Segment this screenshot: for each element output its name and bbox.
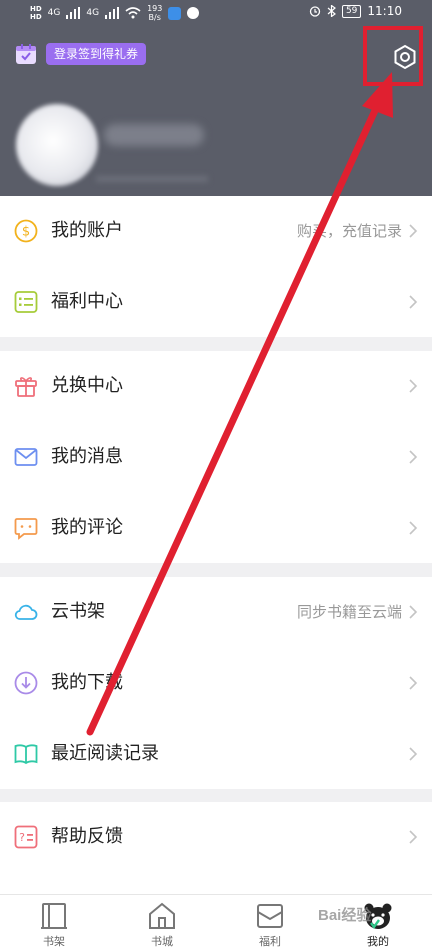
- tab-bookshelf[interactable]: 书架: [0, 895, 108, 952]
- dollar-coin-icon: $: [14, 219, 38, 243]
- tab-label: 我的: [367, 935, 389, 948]
- chevron-right-icon: [409, 295, 418, 309]
- svg-text:?: ?: [19, 831, 25, 844]
- mail-icon: [14, 448, 38, 466]
- hd-bottom: HD: [30, 13, 42, 21]
- menu-item-my-account[interactable]: $ 我的账户 购买，充值记录: [0, 196, 432, 266]
- network-speed: 193 B/s: [147, 4, 162, 22]
- menu-item-cloud-shelf[interactable]: 云书架 同步书籍至云端: [0, 577, 432, 647]
- highlight-box-annotation: [363, 26, 423, 86]
- help-feedback-icon: ?: [14, 825, 38, 849]
- menu-item-label: 云书架: [51, 601, 105, 622]
- chevron-right-icon: [409, 830, 418, 844]
- cloud-icon: [14, 604, 38, 620]
- calendar-check-icon: [16, 44, 36, 64]
- chevron-right-icon: [409, 521, 418, 535]
- menu-group-interaction: 兑换中心 我的消息 我的评论: [0, 351, 432, 563]
- tab-bookstore[interactable]: 书城: [108, 895, 216, 952]
- list-icon: [14, 291, 38, 313]
- app-notification-icon: [168, 6, 182, 20]
- hd-indicator: HD HD: [30, 5, 42, 21]
- signal-1-icon: [66, 7, 81, 19]
- menu-group-books: 云书架 同步书籍至云端 我的下载 最近阅读记录: [0, 577, 432, 789]
- battery-level: 59: [341, 4, 362, 18]
- menu-item-my-downloads[interactable]: 我的下载: [0, 648, 432, 718]
- signal-2-icon: [105, 7, 120, 19]
- checkin-label[interactable]: 登录签到得礼券: [46, 43, 147, 65]
- menu-item-label: 我的账户: [51, 220, 123, 241]
- bluetooth-icon: [327, 5, 336, 17]
- chevron-right-icon: [409, 605, 418, 619]
- signal-1-label: 4G: [47, 8, 61, 18]
- status-bar: HD HD 4G 4G 193 B/s 59 11:10: [0, 0, 432, 26]
- chat-notification-icon: [187, 7, 200, 19]
- menu-item-welfare-center[interactable]: 福利中心: [0, 267, 432, 337]
- speed-value: 193: [147, 4, 163, 13]
- tab-welfare[interactable]: 福利: [216, 895, 324, 952]
- menu-item-help-feedback[interactable]: ? 帮助反馈: [0, 802, 432, 872]
- clock: 11:10: [367, 4, 402, 18]
- avatar[interactable]: [16, 104, 98, 186]
- chevron-right-icon: [409, 224, 418, 238]
- tab-label: 福利: [259, 935, 281, 948]
- menu-item-recent-reading[interactable]: 最近阅读记录: [0, 719, 432, 789]
- bookstore-icon: [149, 902, 175, 929]
- wifi-icon: [125, 7, 141, 19]
- gift-icon: [15, 377, 37, 397]
- menu-item-extra: 购买，充值记录: [296, 222, 402, 240]
- speed-unit: B/s: [148, 13, 161, 22]
- username-blurred[interactable]: [104, 124, 204, 146]
- checkin-banner[interactable]: 登录签到得礼券: [14, 42, 147, 66]
- menu-item-label: 我的下载: [51, 672, 123, 693]
- welfare-envelope-icon: [257, 904, 283, 928]
- menu-group-help: ? 帮助反馈: [0, 802, 432, 894]
- tab-label: 书城: [151, 935, 173, 948]
- download-icon: [14, 671, 38, 695]
- menu-item-extra: 同步书籍至云端: [296, 603, 402, 621]
- signal-2-label: 4G: [86, 8, 100, 18]
- hd-top: HD: [30, 5, 42, 13]
- menu-item-label: 帮助反馈: [51, 826, 123, 847]
- menu-item-label: 我的消息: [51, 446, 123, 467]
- menu-group-account: $ 我的账户 购买，充值记录 福利中心: [0, 196, 432, 337]
- tab-label: 书架: [43, 935, 65, 948]
- chevron-right-icon: [409, 379, 418, 393]
- menu-item-label: 最近阅读记录: [51, 743, 159, 764]
- open-book-icon: [14, 744, 38, 765]
- menu-item-my-comments[interactable]: 我的评论: [0, 493, 432, 563]
- menu-item-my-messages[interactable]: 我的消息: [0, 422, 432, 492]
- menu-item-label: 我的评论: [51, 517, 123, 538]
- chevron-right-icon: [409, 676, 418, 690]
- menu-item-redeem-center[interactable]: 兑换中心: [0, 351, 432, 421]
- bookshelf-icon: [41, 903, 67, 929]
- menu-item-label: 福利中心: [51, 291, 123, 312]
- user-subtitle-blurred: [96, 176, 208, 182]
- comment-icon: [14, 518, 38, 540]
- watermark: Bai经验: [318, 907, 372, 924]
- alarm-icon: [309, 6, 321, 17]
- chevron-right-icon: [409, 747, 418, 761]
- svg-text:$: $: [22, 225, 30, 240]
- chevron-right-icon: [409, 450, 418, 464]
- menu-item-label: 兑换中心: [51, 375, 123, 396]
